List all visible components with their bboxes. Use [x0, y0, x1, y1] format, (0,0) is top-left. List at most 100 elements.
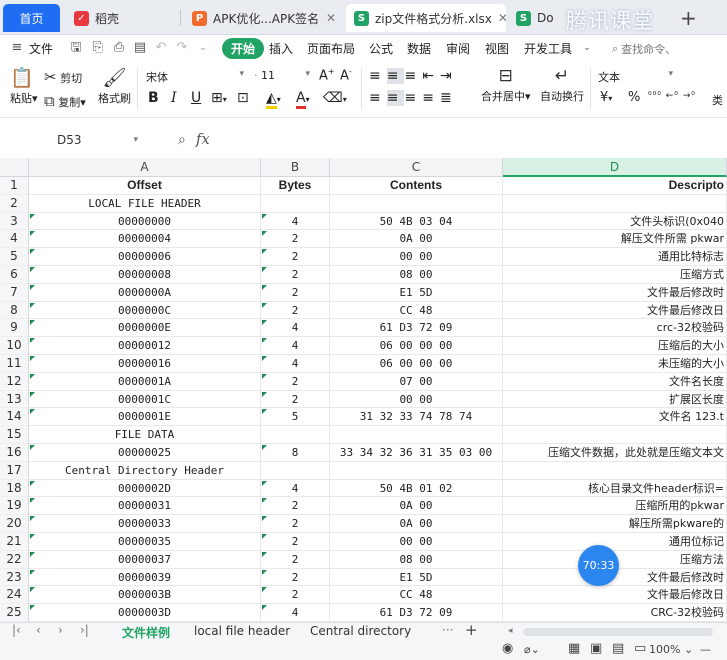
cell-offset[interactable]: 00000039: [29, 568, 261, 587]
cell-offset[interactable]: 0000001C: [29, 390, 261, 409]
cell-contents[interactable]: CC 48: [330, 586, 503, 605]
timer-badge[interactable]: 70:33: [578, 545, 619, 586]
menu-page-layout[interactable]: 页面布局: [307, 40, 355, 57]
page-layout-view-icon[interactable]: ▣: [590, 641, 602, 656]
row-header[interactable]: 10: [0, 337, 29, 355]
cell-offset[interactable]: 00000016: [29, 355, 261, 373]
cell-offset[interactable]: 00000037: [29, 550, 261, 569]
cell-bytes[interactable]: 4: [261, 355, 330, 373]
wrap-text-button[interactable]: ↵ 自动换行: [540, 66, 584, 104]
tab-home[interactable]: 首页: [3, 4, 60, 32]
row-header[interactable]: 17: [0, 461, 29, 480]
cell-bytes[interactable]: 4: [261, 212, 330, 231]
number-format-select[interactable]: 文本 ▾: [598, 69, 673, 85]
zoom-level[interactable]: 100% ⌄: [649, 643, 693, 656]
cell-offset[interactable]: 0000002D: [29, 479, 261, 498]
cell-bytes[interactable]: 2: [261, 390, 330, 409]
cell-bytes[interactable]: 2: [261, 568, 330, 587]
cell-offset[interactable]: 00000033: [29, 515, 261, 533]
cell-descriptor[interactable]: 文件名 123.t: [503, 408, 727, 427]
font-name-select[interactable]: 宋体 ▾: [146, 69, 244, 85]
redo-icon[interactable]: ↷: [175, 41, 189, 55]
cut-button[interactable]: ✂ 剪切: [44, 68, 82, 86]
tab-zip-xlsx[interactable]: S zip文件格式分析.xlsx ✕: [346, 4, 506, 32]
fill-color-button[interactable]: ◭▾: [266, 90, 281, 109]
tab-apk-doc[interactable]: P APK优化...APK签名 ✕: [184, 4, 344, 32]
cell-bytes[interactable]: 2: [261, 372, 330, 391]
bold-button[interactable]: B: [148, 90, 159, 106]
cell-offset[interactable]: 00000012: [29, 337, 261, 355]
row-header[interactable]: 22: [0, 550, 29, 569]
new-tab-button[interactable]: +: [680, 6, 697, 30]
cell-contents[interactable]: 33 34 32 36 31 35 03 00: [330, 444, 503, 462]
normal-view-icon[interactable]: ▦: [568, 641, 580, 656]
cell-contents[interactable]: 08 00: [330, 266, 503, 284]
cell-contents[interactable]: 07 00: [330, 372, 503, 391]
cell-descriptor[interactable]: 解压文件所需 pkwar: [503, 230, 727, 249]
cell-offset[interactable]: Offset: [29, 177, 261, 195]
close-icon[interactable]: ✕: [498, 11, 506, 25]
cell-offset[interactable]: 0000000C: [29, 301, 261, 320]
cell-contents[interactable]: 06 00 00 00: [330, 337, 503, 355]
merge-icon-button[interactable]: ⊡: [237, 90, 249, 106]
prev-sheet-icon[interactable]: ‹: [36, 623, 41, 637]
cell-offset[interactable]: LOCAL FILE HEADER: [29, 194, 261, 213]
cell-offset[interactable]: 00000004: [29, 230, 261, 249]
menu-home[interactable]: 开始: [222, 38, 265, 59]
cell-descriptor[interactable]: 未压缩的大小: [503, 355, 727, 373]
cell-contents[interactable]: [330, 426, 503, 444]
merge-center-button[interactable]: ⊟ 合并居中▾: [481, 66, 531, 104]
cell-descriptor[interactable]: crc-32校验码: [503, 319, 727, 338]
font-size-select[interactable]: · 11 ▾: [254, 69, 310, 82]
zoom-search-icon[interactable]: ⌕: [178, 132, 186, 148]
cell-offset[interactable]: 0000003B: [29, 586, 261, 605]
column-header-d[interactable]: D: [503, 158, 727, 177]
cell-offset[interactable]: 00000006: [29, 248, 261, 266]
cell-bytes[interactable]: Bytes: [261, 177, 330, 195]
eye-protection-icon[interactable]: ◉: [502, 641, 513, 656]
menu-review[interactable]: 审阅: [446, 40, 470, 57]
cell-descriptor[interactable]: 文件头标识(0x040: [503, 212, 727, 231]
add-sheet-button[interactable]: +: [465, 621, 478, 639]
cell-bytes[interactable]: 2: [261, 533, 330, 551]
row-header[interactable]: 24: [0, 586, 29, 605]
select-all-corner[interactable]: [0, 158, 29, 177]
cell-offset[interactable]: 0000003D: [29, 604, 261, 622]
format-painter-button[interactable]: 🖌 格式刷: [98, 66, 131, 106]
cell-bytes[interactable]: 2: [261, 230, 330, 249]
shrink-font-button[interactable]: A-: [340, 67, 352, 83]
cell-descriptor[interactable]: 文件最后修改日: [503, 586, 727, 605]
cell-offset[interactable]: 0000001A: [29, 372, 261, 391]
cell-descriptor[interactable]: [503, 426, 727, 444]
copy-button[interactable]: ⧉ 复制▾: [44, 92, 86, 110]
row-header[interactable]: 25: [0, 604, 29, 622]
cell-descriptor[interactable]: [503, 194, 727, 213]
row-header[interactable]: 11: [0, 355, 29, 373]
underline-button[interactable]: U: [191, 90, 201, 106]
horizontal-align-group[interactable]: ≡≡≡≡≣: [369, 90, 458, 106]
cell-offset[interactable]: 0000000A: [29, 283, 261, 302]
cell-contents[interactable]: 0A 00: [330, 515, 503, 533]
command-search[interactable]: ⌕ 查找命令、: [612, 39, 727, 59]
first-sheet-icon[interactable]: |‹: [12, 623, 21, 637]
name-box[interactable]: D53 ▾: [0, 128, 150, 152]
cell-contents[interactable]: CC 48: [330, 301, 503, 320]
row-header[interactable]: 19: [0, 497, 29, 516]
row-header[interactable]: 9: [0, 319, 29, 338]
cell-bytes[interactable]: 4: [261, 604, 330, 622]
cell-contents[interactable]: 0A 00: [330, 230, 503, 249]
row-header[interactable]: 14: [0, 408, 29, 427]
fx-icon[interactable]: fx: [196, 130, 210, 148]
cell-bytes[interactable]: 4: [261, 337, 330, 355]
cell-contents[interactable]: Contents: [330, 177, 503, 195]
cell-offset[interactable]: 00000000: [29, 212, 261, 231]
export-icon[interactable]: ⎘: [91, 41, 105, 55]
hamburger-icon[interactable]: ≡: [10, 41, 24, 55]
row-header[interactable]: 3: [0, 212, 29, 231]
sheet-tab-local-file-header[interactable]: local file header: [194, 624, 290, 638]
row-header[interactable]: 13: [0, 390, 29, 409]
row-header[interactable]: 12: [0, 372, 29, 391]
row-header[interactable]: 1: [0, 177, 29, 195]
next-sheet-icon[interactable]: ›: [58, 623, 63, 637]
cell-contents[interactable]: 50 4B 01 02: [330, 479, 503, 498]
